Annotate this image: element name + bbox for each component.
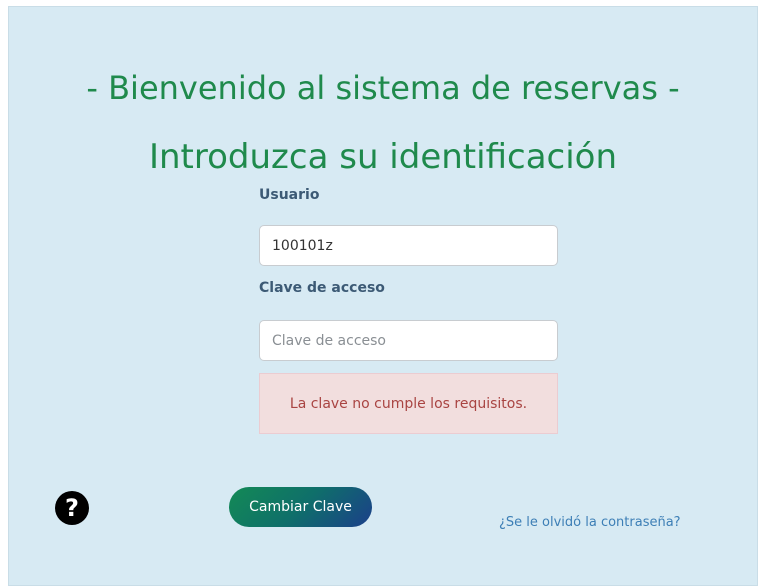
forgot-password-link[interactable]: ¿Se le olvidó la contraseña? — [499, 515, 681, 530]
welcome-title: - Bienvenido al sistema de reservas - — [86, 69, 680, 107]
password-field[interactable] — [259, 320, 558, 361]
user-field[interactable] — [259, 225, 558, 266]
error-message: La clave no cumple los requisitos. — [289, 395, 528, 412]
identify-subtitle: Introduzca su identificación — [148, 137, 618, 177]
login-panel: - Bienvenido al sistema de reservas - In… — [8, 6, 758, 586]
password-label: Clave de acceso — [259, 280, 385, 296]
error-alert: La clave no cumple los requisitos. — [259, 373, 558, 434]
question-circle-icon[interactable]: ? — [55, 491, 89, 525]
user-label: Usuario — [259, 187, 320, 203]
change-password-button[interactable]: Cambiar Clave — [229, 487, 372, 527]
